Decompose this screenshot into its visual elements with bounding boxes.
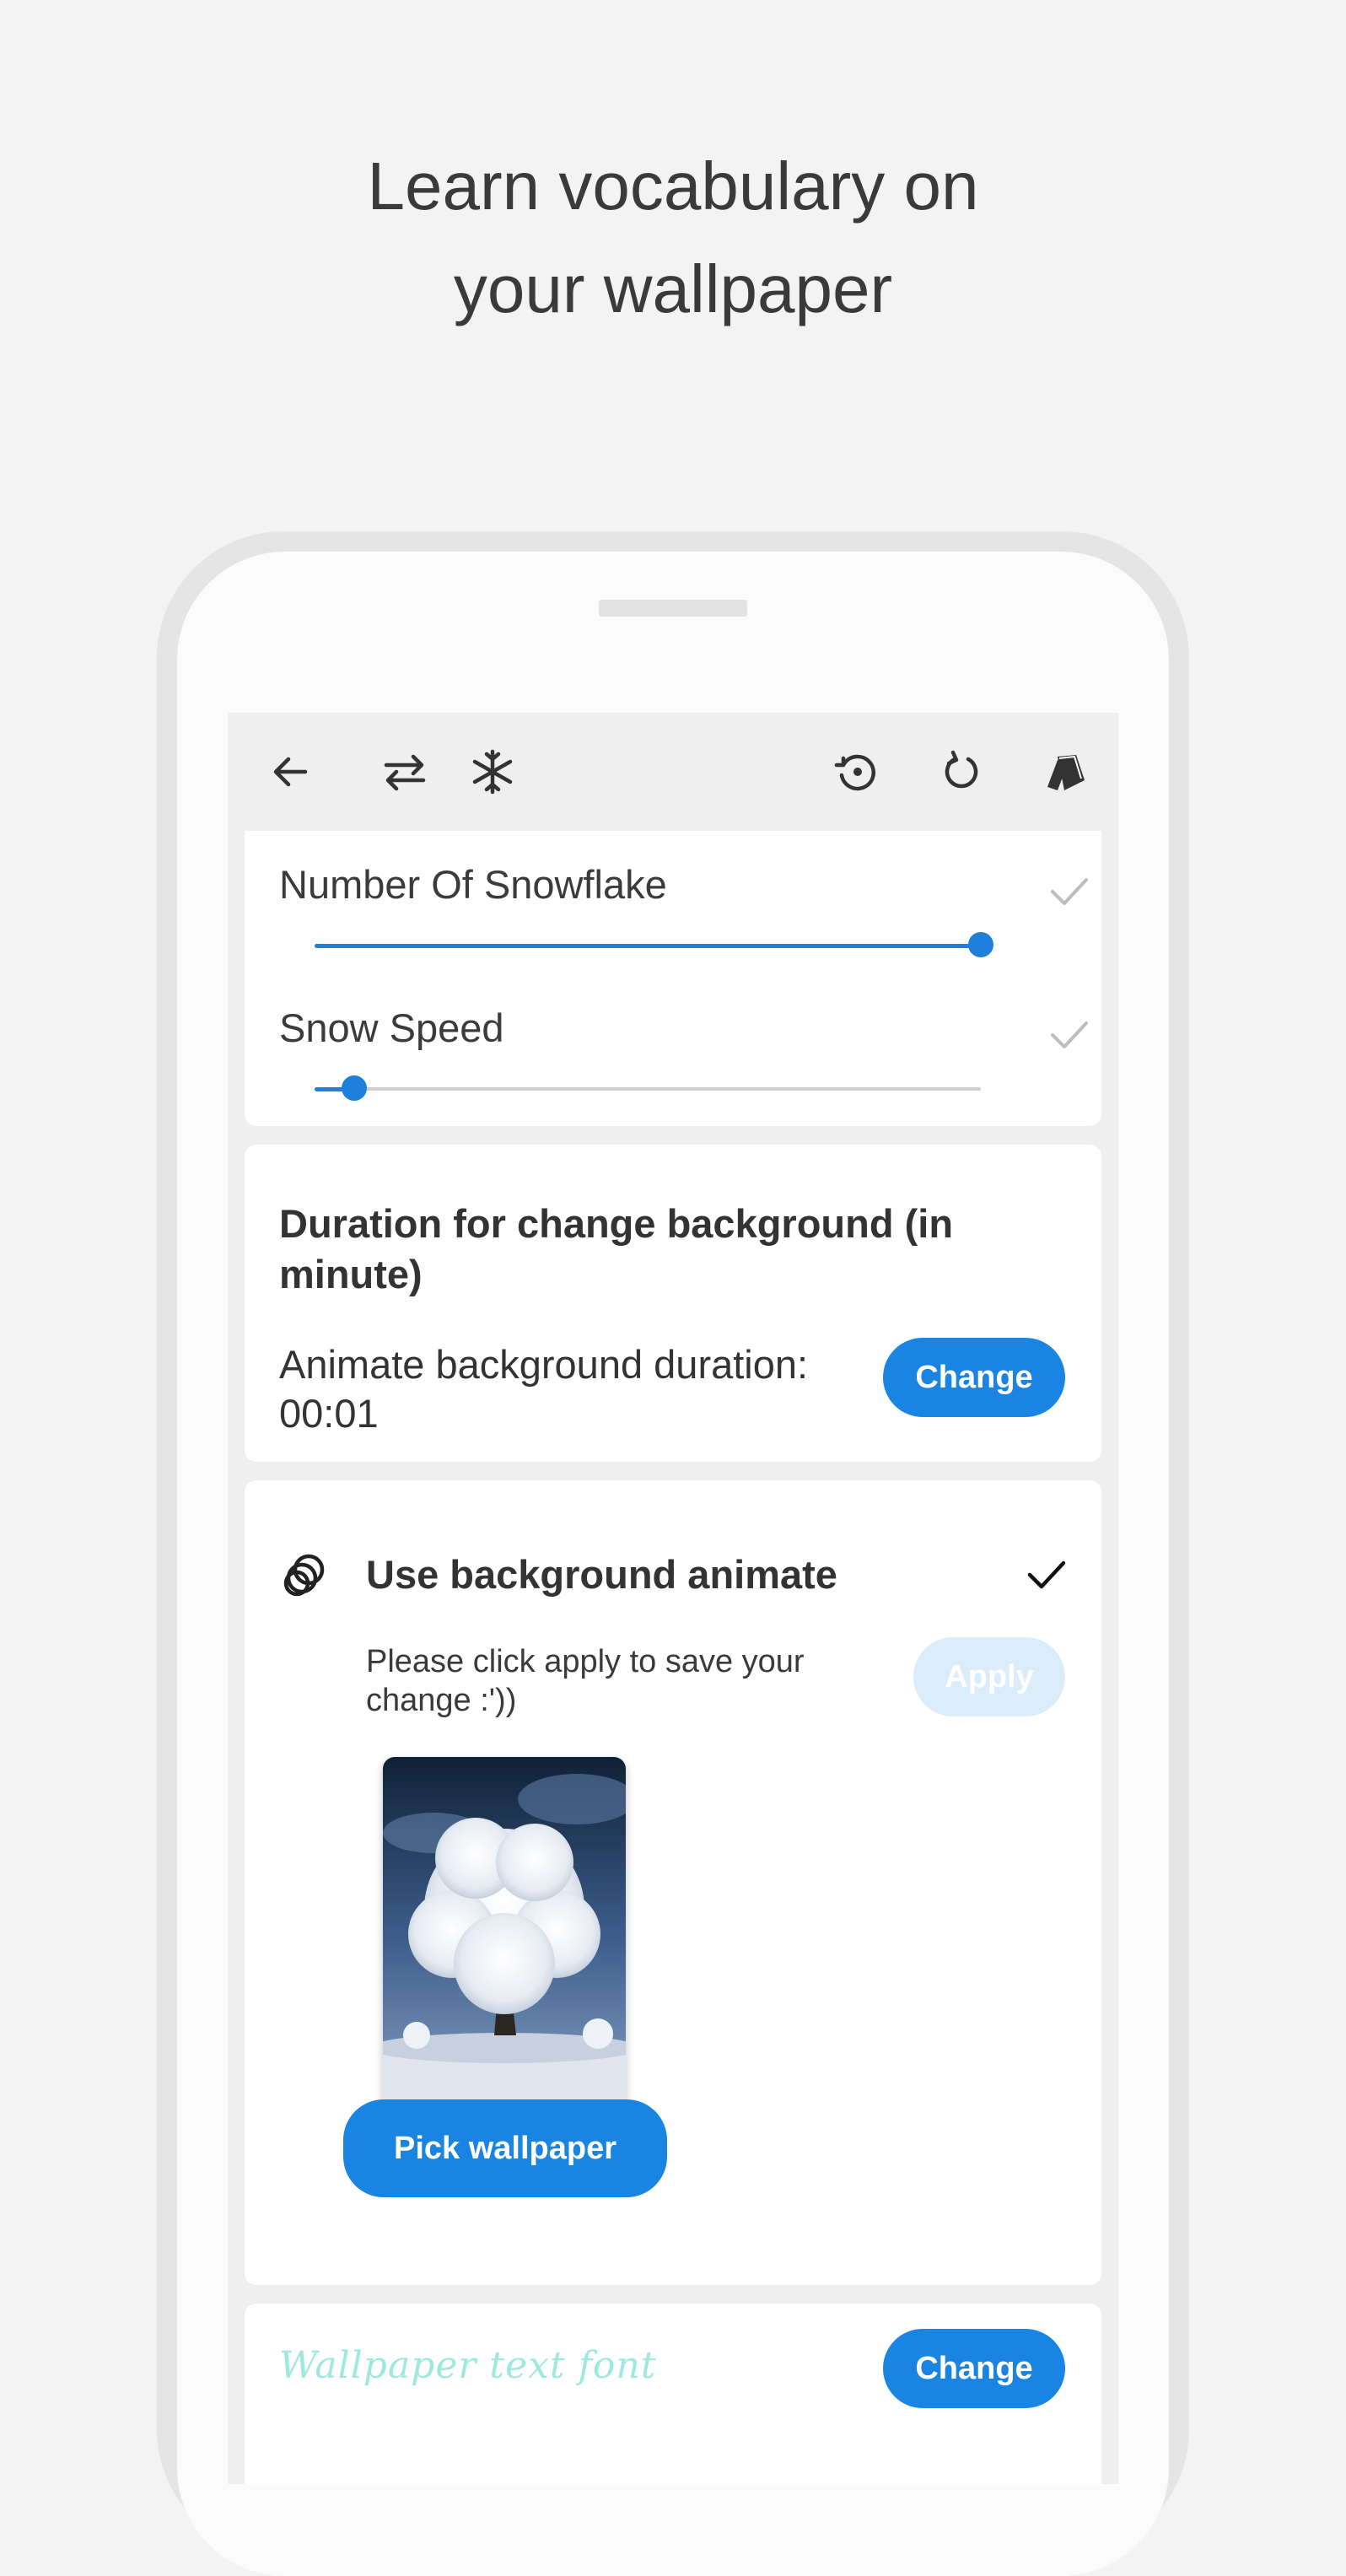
- checkmark-icon[interactable]: [1023, 1551, 1070, 1598]
- cards-icon[interactable]: [1039, 746, 1090, 797]
- duration-value: 00:01: [279, 1391, 379, 1436]
- wallpaper-font-card: Wallpaper text font Change: [245, 2304, 1101, 2484]
- snow-settings-card: Number Of Snowflake Snow Speed: [245, 831, 1101, 1126]
- pick-wallpaper-button[interactable]: Pick wallpaper: [343, 2099, 667, 2197]
- background-animate-card: Use background animate Please click appl…: [245, 1480, 1101, 2285]
- snow-speed-slider-thumb[interactable]: [342, 1075, 368, 1101]
- phone-speaker: [599, 600, 747, 617]
- use-background-animate-title: Use background animate: [366, 1552, 837, 1597]
- snow-speed-label: Snow Speed: [279, 1005, 504, 1050]
- duration-card: Duration for change background (in minut…: [245, 1145, 1101, 1462]
- refresh-icon[interactable]: [936, 746, 987, 797]
- snow-speed-slider[interactable]: [315, 1087, 981, 1091]
- wallpaper-font-sample: Wallpaper text font: [279, 2344, 657, 2387]
- number-of-snowflake-label: Number Of Snowflake: [279, 862, 667, 907]
- swap-icon[interactable]: [380, 746, 430, 797]
- check-icon[interactable]: [1046, 1011, 1093, 1059]
- duration-text: Animate background duration: 00:01: [279, 1340, 920, 1438]
- animation-icon: [283, 1554, 325, 1597]
- duration-title: Duration for change background (in minut…: [279, 1201, 954, 1296]
- snowflake-icon[interactable]: [467, 746, 518, 797]
- apply-button[interactable]: Apply: [913, 1637, 1065, 1716]
- back-arrow-icon[interactable]: [265, 746, 315, 797]
- change-duration-button[interactable]: Change: [883, 1338, 1065, 1417]
- number-of-snowflake-slider-thumb[interactable]: [968, 932, 993, 957]
- headline-line-1: Learn vocabulary on: [367, 148, 979, 224]
- headline-line-2: your wallpaper: [453, 251, 893, 326]
- change-font-button[interactable]: Change: [883, 2329, 1065, 2408]
- app-screen: Number Of Snowflake Snow Speed Duration …: [228, 713, 1118, 2484]
- toolbar: [228, 713, 1118, 831]
- snowy-tree-image: [383, 1757, 626, 2121]
- number-of-snowflake-slider-fill: [315, 944, 981, 948]
- duration-text-line-1: Animate background duration:: [279, 1342, 809, 1387]
- wallpaper-thumbnail[interactable]: [383, 1757, 626, 2121]
- apply-hint-text: Please click apply to save your change :…: [366, 1644, 805, 1718]
- headline: Learn vocabulary on your wallpaper: [0, 135, 1346, 341]
- check-icon[interactable]: [1046, 868, 1093, 915]
- history-icon[interactable]: [832, 746, 882, 797]
